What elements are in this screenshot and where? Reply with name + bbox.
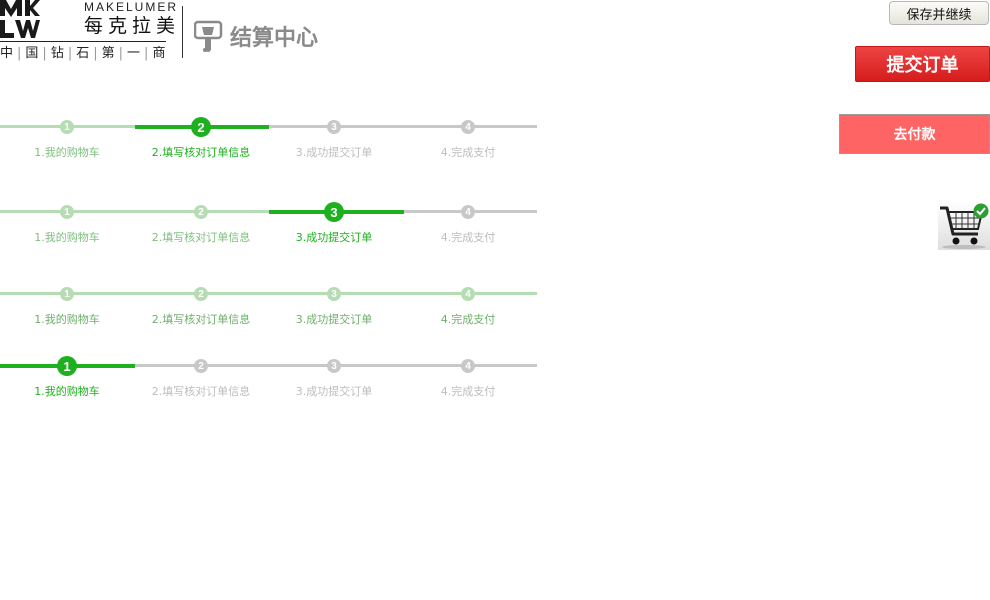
header-divider (182, 6, 183, 58)
step-label: 3.成功提交订单 (295, 231, 373, 244)
step-label: 1.我的购物车 (34, 231, 100, 244)
tagline-char: 石 (76, 46, 91, 61)
brand-tagline: 中 | 国 | 钻 | 石 | 第 | 一 | 商 (0, 46, 167, 61)
progress-bar-step-2: 1 1.我的购物车 2 2.填写核对订单信息 3 3.成功提交订单 4 4.完成支付 (0, 117, 540, 162)
tagline-char: 商 (152, 46, 167, 61)
step-number-node: 2 (194, 359, 208, 373)
tagline-char: 钻 (50, 46, 65, 61)
step-label: 1.我的购物车 (34, 313, 100, 326)
save-continue-button[interactable]: 保存并继续 (889, 1, 989, 25)
step-label: 3.成功提交订单 (295, 313, 373, 326)
step-number-node: 1 (60, 205, 74, 219)
tagline-char: 第 (101, 46, 116, 61)
step-number-node: 2 (194, 205, 208, 219)
tagline-char: 国 (25, 46, 40, 61)
page-title: 结算中心 (194, 18, 318, 54)
step-number-node: 2 (194, 287, 208, 301)
step-label: 2.填写核对订单信息 (151, 385, 251, 398)
progress-bar-complete: 1 1.我的购物车 2 2.填写核对订单信息 3 3.成功提交订单 4 4.完成支付 (0, 285, 540, 329)
step-label: 4.完成支付 (440, 231, 496, 244)
progress-bar-step-3: 1 1.我的购物车 2 2.填写核对订单信息 3 3.成功提交订单 4 4.完成支付 (0, 202, 540, 247)
step-number-node: 1 (57, 356, 77, 376)
step-number-node: 4 (461, 359, 475, 373)
step-label: 2.填写核对订单信息 (151, 231, 251, 244)
brand-name-en: MAKELUMER (84, 0, 179, 14)
step-label: 4.完成支付 (440, 385, 496, 398)
step-label: 3.成功提交订单 (295, 146, 373, 159)
brand-name-cn: 每克拉美 (84, 15, 181, 37)
step-number-node: 1 (60, 120, 74, 134)
step-number-node: 2 (191, 117, 211, 137)
step-number-node: 4 (461, 205, 475, 219)
step-number-node: 3 (327, 287, 341, 301)
cart-badge-icon (194, 20, 223, 52)
step-label: 4.完成支付 (440, 146, 496, 159)
page-title-text: 结算中心 (230, 26, 319, 51)
brand-mark (0, 0, 40, 38)
logo-rule (0, 41, 166, 42)
go-pay-button[interactable]: 去付款 (839, 114, 990, 154)
submit-order-button[interactable]: 提交订单 (855, 46, 990, 82)
step-number-node: 3 (324, 202, 344, 222)
step-label: 2.填写核对订单信息 (151, 146, 251, 159)
step-number-node: 4 (461, 287, 475, 301)
step-number-node: 3 (327, 120, 341, 134)
step-label: 4.完成支付 (440, 313, 496, 326)
shopping-cart-check-icon[interactable] (938, 202, 990, 250)
step-label: 3.成功提交订单 (295, 385, 373, 398)
step-label: 1.我的购物车 (34, 146, 100, 159)
brand-mark-icon (0, 0, 40, 38)
step-label: 1.我的购物车 (34, 385, 100, 398)
progress-bar-step-1: 1 1.我的购物车 2 2.填写核对订单信息 3 3.成功提交订单 4 4.完成支付 (0, 356, 540, 401)
step-number-node: 1 (60, 287, 74, 301)
tagline-char: 中 (0, 46, 15, 61)
brand-logo[interactable]: MAKELUMER 每克拉美 中 | 国 | 钻 | 石 | 第 | 一 | 商 (0, 0, 176, 66)
step-number-node: 3 (327, 359, 341, 373)
step-number-node: 4 (461, 120, 475, 134)
step-label: 2.填写核对订单信息 (151, 313, 251, 326)
tagline-char: 一 (127, 46, 142, 61)
